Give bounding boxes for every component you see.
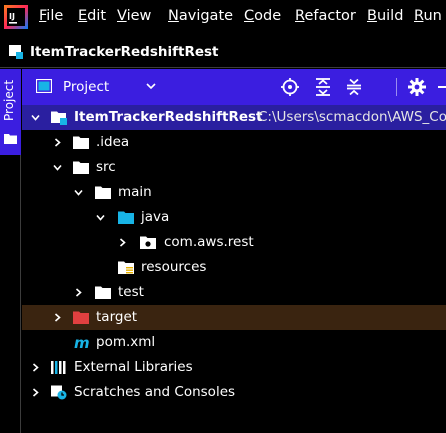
chevron-right-icon[interactable] — [31, 363, 40, 372]
package-icon — [140, 236, 156, 249]
project-module-icon — [9, 45, 23, 59]
tree-label-java: java — [141, 209, 170, 225]
chevron-right-icon[interactable] — [118, 238, 127, 247]
menu-run[interactable]: Run — [414, 8, 442, 24]
tree-row-external-libraries[interactable]: External Libraries — [22, 355, 446, 380]
tree-label-resources: resources — [141, 259, 207, 275]
left-tool-strip: Project — [0, 69, 21, 433]
folder-icon — [95, 186, 111, 199]
chevron-down-icon[interactable] — [31, 113, 40, 122]
project-tab-label: Project — [2, 79, 16, 121]
tree-label-root: ItemTrackerRedshiftRest — [74, 109, 263, 125]
folder-icon — [95, 286, 111, 299]
tree-label-scratches: Scratches and Consoles — [74, 384, 236, 400]
chevron-right-icon[interactable] — [53, 313, 62, 322]
svg-text:IJ: IJ — [9, 12, 15, 21]
chevron-right-icon[interactable] — [53, 138, 62, 147]
library-icon — [51, 361, 66, 374]
project-tree: ItemTrackerRedshiftRest C:\Users\scmacdo… — [22, 105, 446, 433]
menu-view[interactable]: View — [117, 8, 151, 24]
navigation-bar: ItemTrackerRedshiftRest — [0, 35, 446, 68]
tree-row-scratches[interactable]: Scratches and Consoles — [22, 380, 446, 405]
chevron-right-icon[interactable] — [31, 388, 40, 397]
menu-code[interactable]: Code — [244, 8, 281, 24]
module-folder-icon — [51, 111, 67, 125]
scratches-icon — [51, 385, 67, 400]
svg-text:m: m — [74, 335, 90, 350]
intellij-logo-icon: IJ — [4, 5, 28, 29]
menu-refactor[interactable]: Refactor — [295, 8, 356, 24]
excluded-folder-icon — [73, 311, 89, 324]
menu-bar: IJ File Edit View Navigate Code Refactor… — [0, 0, 446, 35]
tree-row-resources[interactable]: resources — [22, 255, 446, 280]
tree-label-pom: pom.xml — [96, 334, 156, 350]
tree-label-test: test — [118, 284, 144, 300]
locate-icon[interactable] — [280, 77, 300, 97]
header-separator — [396, 78, 397, 96]
tree-row-src[interactable]: src — [22, 155, 446, 180]
tree-label-target: target — [96, 309, 138, 325]
tree-row-target[interactable]: target — [22, 305, 446, 330]
tree-row-main[interactable]: main — [22, 180, 446, 205]
collapse-all-icon[interactable] — [344, 77, 364, 97]
chevron-down-icon[interactable] — [53, 163, 62, 172]
expand-all-icon[interactable] — [313, 77, 333, 97]
maven-icon: m — [74, 335, 90, 350]
menu-build[interactable]: Build — [367, 8, 403, 24]
project-view-icon — [36, 79, 52, 93]
tree-root-path: C:\Users\scmacdon\AWS_Co — [258, 109, 446, 125]
tree-row-idea[interactable]: .idea — [22, 130, 446, 155]
chevron-down-icon[interactable] — [146, 82, 156, 90]
tree-label-external-libraries: External Libraries — [74, 359, 193, 375]
resources-folder-icon — [118, 261, 134, 274]
folder-icon — [73, 136, 89, 149]
source-folder-icon — [118, 211, 134, 224]
folder-icon — [73, 161, 89, 174]
hide-icon[interactable] — [436, 77, 446, 97]
tree-row-package[interactable]: com.aws.rest — [22, 230, 446, 255]
project-panel-header: Project — [22, 69, 446, 105]
tree-row-root[interactable]: ItemTrackerRedshiftRest C:\Users\scmacdo… — [22, 105, 446, 130]
chevron-right-icon[interactable] — [74, 288, 83, 297]
menu-file[interactable]: File — [39, 8, 63, 24]
gear-icon[interactable] — [407, 77, 427, 97]
navbar-project-name[interactable]: ItemTrackerRedshiftRest — [30, 44, 218, 60]
folder-icon — [4, 134, 17, 144]
menu-edit[interactable]: Edit — [78, 8, 106, 24]
chevron-down-icon[interactable] — [74, 188, 83, 197]
tree-row-test[interactable]: test — [22, 280, 446, 305]
tree-row-java[interactable]: java — [22, 205, 446, 230]
tree-row-pom[interactable]: m pom.xml — [22, 330, 446, 355]
project-view-selector[interactable]: Project — [63, 79, 109, 95]
tree-label-src: src — [96, 159, 116, 175]
tree-label-idea: .idea — [96, 134, 130, 150]
tree-label-main: main — [118, 184, 152, 200]
project-tool-window-tab[interactable]: Project — [0, 69, 21, 155]
menu-navigate[interactable]: Navigate — [168, 8, 233, 24]
chevron-down-icon[interactable] — [96, 213, 105, 222]
tree-label-package: com.aws.rest — [164, 234, 254, 250]
